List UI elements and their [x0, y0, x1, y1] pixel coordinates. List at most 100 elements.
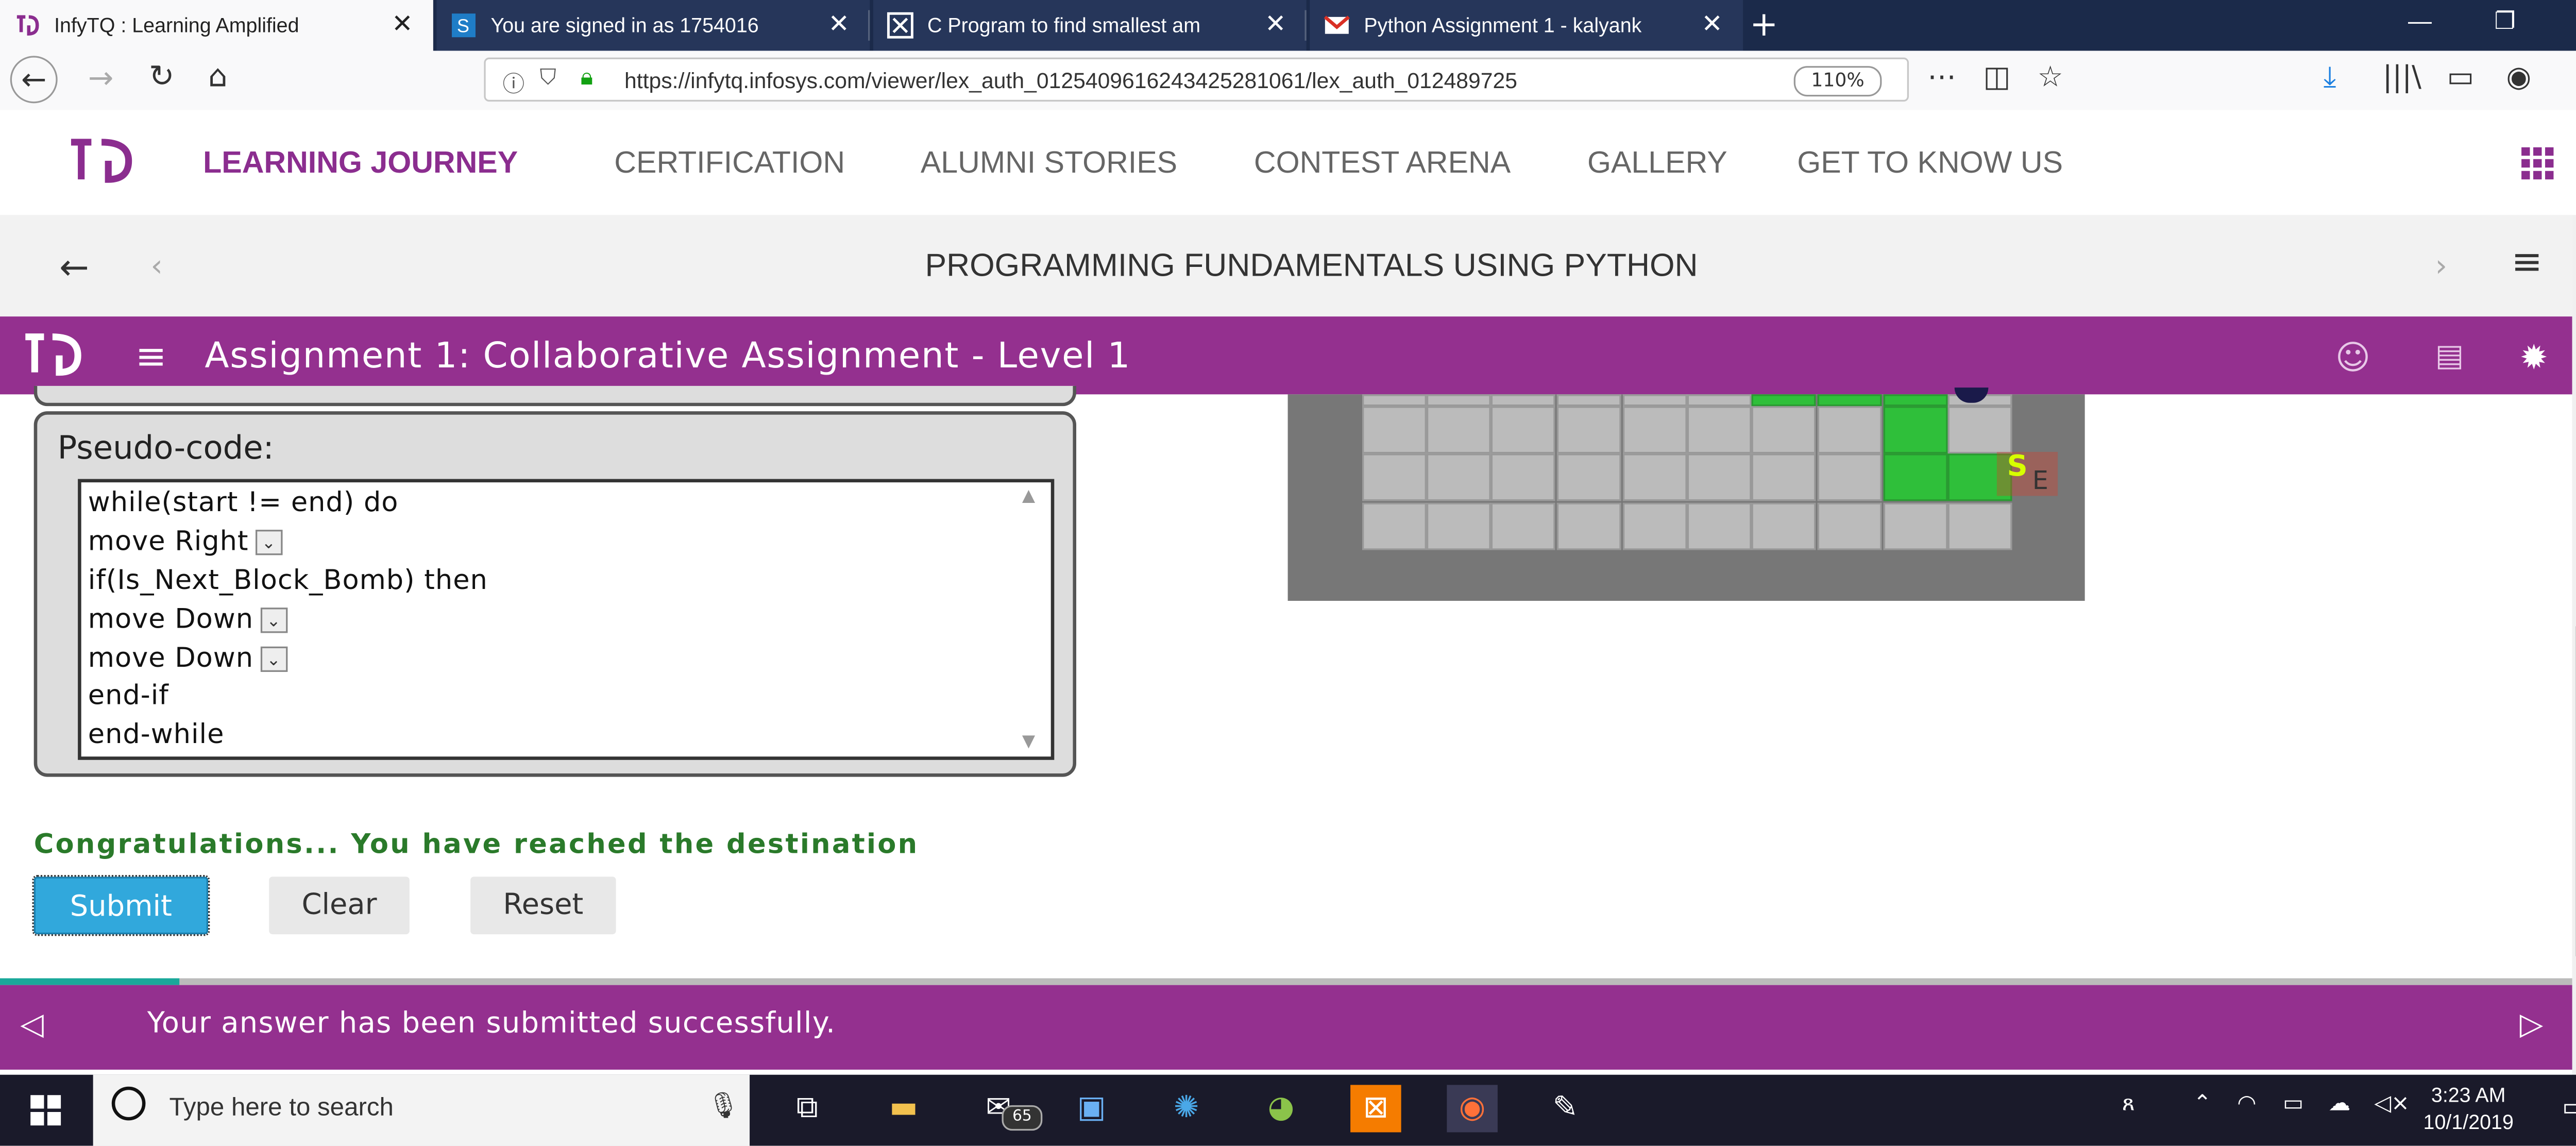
- submit-button[interactable]: Submit: [32, 875, 210, 936]
- nav-certification[interactable]: CERTIFICATION: [614, 145, 845, 181]
- apps-grid-icon[interactable]: [2521, 147, 2555, 181]
- paint-icon[interactable]: ✎: [1540, 1085, 1591, 1132]
- sidebar-icon[interactable]: ▭: [2447, 61, 2475, 95]
- file-explorer-icon[interactable]: ▬: [878, 1085, 929, 1132]
- calendar-icon[interactable]: ▤: [2435, 339, 2464, 374]
- notice-prev-icon[interactable]: ◁: [20, 1007, 43, 1042]
- forward-icon[interactable]: →: [88, 61, 114, 96]
- firefox-icon[interactable]: ◉: [1447, 1085, 1498, 1133]
- shield-icon[interactable]: ⛉: [540, 66, 556, 91]
- tab-c-program[interactable]: C Program to find smallest am ✕: [873, 0, 1307, 51]
- grid-cell: [1883, 406, 1948, 454]
- xampp-icon[interactable]: ⊠: [1350, 1085, 1401, 1133]
- settings-icon[interactable]: ✹: [2520, 337, 2548, 378]
- android-app-icon[interactable]: ◕: [1256, 1085, 1307, 1132]
- scroll-down-icon[interactable]: ▼: [1022, 733, 1035, 751]
- grid-cell: [1556, 394, 1621, 407]
- more-icon[interactable]: ⋯: [1927, 61, 1956, 95]
- code-line: move Down ⌄: [88, 642, 287, 673]
- home-icon[interactable]: ⌂: [208, 59, 228, 95]
- network-app-icon[interactable]: ▣: [1066, 1085, 1117, 1132]
- zoom-level[interactable]: 110%: [1793, 66, 1882, 97]
- minimize-icon[interactable]: —: [2408, 7, 2432, 34]
- scroll-up-icon[interactable]: ▲: [1022, 487, 1035, 506]
- new-tab-button[interactable]: +: [1750, 4, 1778, 44]
- restore-icon[interactable]: ❐: [2495, 7, 2516, 36]
- code-line-text: if(Is_Next_Block_Bomb) then: [88, 563, 488, 596]
- direction-dropdown[interactable]: ⌄: [260, 608, 287, 633]
- search-placeholder: Type here to search: [169, 1093, 394, 1122]
- tab-label: C Program to find smallest am: [927, 13, 1201, 38]
- library-icon[interactable]: |||\: [2383, 61, 2421, 95]
- volume-icon[interactable]: ◁×: [2374, 1092, 2410, 1117]
- nav-learning-journey[interactable]: LEARNING JOURNEY: [203, 145, 518, 181]
- code-line-text: move Down: [88, 641, 254, 674]
- grid-cell: [1751, 406, 1816, 454]
- nav-gallery[interactable]: GALLERY: [1587, 145, 1727, 181]
- tab-python-assignment[interactable]: Python Assignment 1 - kalyank ✕: [1310, 0, 1743, 51]
- pocket-icon[interactable]: ◫: [1984, 61, 2011, 95]
- battery-icon[interactable]: ▭: [2283, 1092, 2303, 1117]
- assignment-menu-icon[interactable]: ≡: [135, 337, 167, 379]
- bookmark-star-icon[interactable]: ☆: [2038, 61, 2063, 95]
- code-line-text: end-if: [88, 679, 169, 711]
- grid-cell: [1426, 394, 1491, 407]
- grid-cell: [1490, 453, 1555, 501]
- reset-button[interactable]: Reset: [470, 877, 616, 935]
- close-icon[interactable]: ✕: [828, 8, 850, 39]
- next-chevron-icon[interactable]: ›: [2435, 249, 2448, 284]
- lock-icon[interactable]: 🔒︎: [581, 64, 593, 92]
- progress-track: [0, 978, 2572, 985]
- info-icon[interactable]: ⓘ: [503, 66, 525, 98]
- nav-get-to-know-us[interactable]: GET TO KNOW US: [1797, 145, 2063, 181]
- clear-button[interactable]: Clear: [269, 877, 410, 935]
- account-icon[interactable]: ◉: [2506, 61, 2531, 95]
- grid-cell: [1556, 502, 1621, 550]
- nav-alumni-stories[interactable]: ALUMNI STORIES: [921, 145, 1177, 181]
- url-text[interactable]: https://infytq.infosys.com/viewer/lex_au…: [624, 68, 1724, 93]
- pseudo-code-label: Pseudo-code:: [57, 430, 274, 467]
- onedrive-icon[interactable]: ☁: [2329, 1092, 2351, 1117]
- direction-dropdown[interactable]: ⌄: [255, 530, 283, 555]
- microphone-icon[interactable]: 🎙︎: [707, 1090, 740, 1120]
- smiley-icon[interactable]: ☺: [2335, 337, 2371, 378]
- code-line-text: while(start != end) do: [88, 485, 399, 518]
- grid-cell: [1817, 502, 1882, 550]
- direction-dropdown[interactable]: ⌄: [260, 646, 287, 672]
- people-icon[interactable]: ጸ: [2122, 1092, 2135, 1117]
- task-view-icon[interactable]: ⧉: [782, 1085, 833, 1132]
- tab-signed-in[interactable]: S You are signed in as 1754016 ✕: [436, 0, 870, 51]
- course-menu-icon[interactable]: ≡: [2511, 242, 2543, 284]
- nav-contest-arena[interactable]: CONTEST ARENA: [1254, 145, 1511, 181]
- aperture-app-icon[interactable]: ✺: [1161, 1085, 1212, 1132]
- close-icon[interactable]: ✕: [1701, 8, 1722, 39]
- back-icon[interactable]: ←: [10, 56, 58, 104]
- grid-cell: [1622, 406, 1687, 454]
- tab-infytq[interactable]: InfyTQ : Learning Amplified ✕: [0, 0, 433, 51]
- infytq-logo[interactable]: [64, 132, 139, 190]
- tray-chevron-icon[interactable]: ⌃: [2193, 1092, 2212, 1117]
- grid-cell: [1362, 502, 1427, 550]
- assignment-title: Assignment 1: Collaborative Assignment -…: [205, 335, 1131, 376]
- close-icon[interactable]: ✕: [392, 8, 413, 39]
- infytq-header-logo[interactable]: [20, 328, 84, 382]
- start-marker: S: [2007, 450, 2028, 484]
- notifications-icon[interactable]: ▭: [2562, 1092, 2576, 1122]
- windows-start-icon[interactable]: [30, 1095, 61, 1126]
- grid-cell: [1556, 453, 1621, 501]
- system-clock[interactable]: 3:23 AM 10/1/2019: [2424, 1082, 2514, 1136]
- grid-cell: [1947, 406, 2012, 454]
- code-line: while(start != end) do: [88, 486, 399, 518]
- close-icon[interactable]: ✕: [1265, 8, 1286, 39]
- grid-cell: [1556, 406, 1621, 454]
- grid-cell: [1490, 406, 1555, 454]
- notice-next-icon[interactable]: ▷: [2520, 1007, 2543, 1042]
- reload-icon[interactable]: ↻: [149, 59, 175, 95]
- download-icon[interactable]: ⤓: [2324, 61, 2336, 95]
- previous-panel: [33, 385, 1077, 407]
- c-program-tab-icon: [887, 12, 913, 39]
- wifi-icon[interactable]: ◠: [2237, 1092, 2256, 1117]
- grid-cell: [1687, 453, 1752, 501]
- code-line: if(Is_Next_Block_Bomb) then: [88, 564, 488, 596]
- grid-cell: [1817, 453, 1882, 501]
